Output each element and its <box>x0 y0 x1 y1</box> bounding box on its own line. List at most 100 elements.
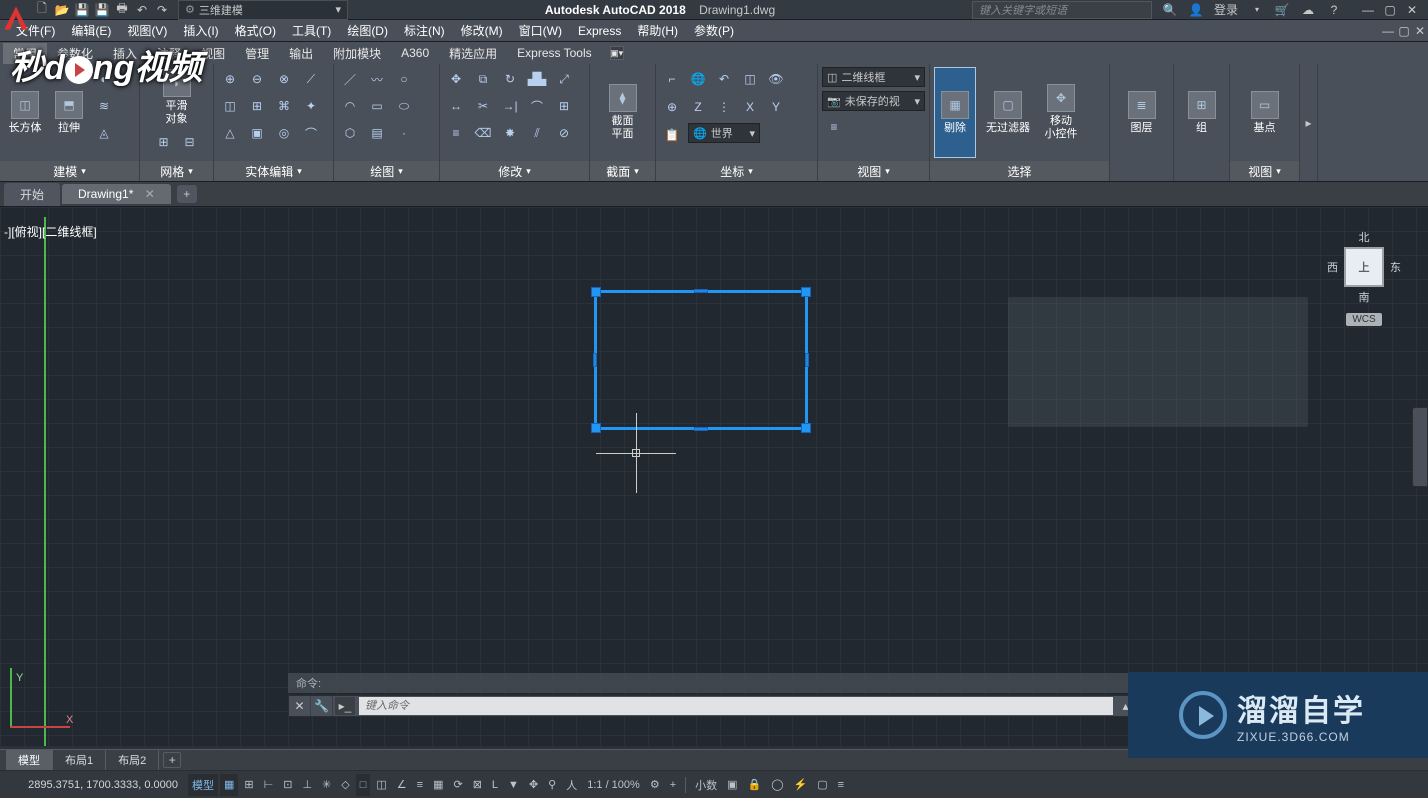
move-gizmo-button[interactable]: ✥ 移动 小控件 <box>1040 67 1082 158</box>
cleanscreen-icon[interactable]: ▢ <box>813 774 831 796</box>
ellipse-icon[interactable]: ⬭ <box>392 94 416 118</box>
signin-icon[interactable]: 👤 <box>1188 2 1204 18</box>
panel-title-modify[interactable]: 修改 <box>440 161 589 181</box>
ribbon-tab-annotate[interactable]: 注释 <box>147 43 191 64</box>
snap-icon[interactable]: ⊞ <box>240 774 257 796</box>
ortho-icon[interactable]: ⊥ <box>298 774 316 796</box>
grip-bl[interactable] <box>591 423 601 433</box>
smooth-object-button[interactable]: ◗ 平滑 对象 <box>156 67 198 128</box>
qat-redo-icon[interactable]: ↷ <box>154 2 170 18</box>
loft-icon[interactable]: ◬ <box>92 121 116 145</box>
ucs-3p-icon[interactable]: ⋮ <box>712 95 736 119</box>
panel-title-draw[interactable]: 绘图 <box>334 161 439 181</box>
3dsnap-icon[interactable]: ⊠ <box>469 774 486 796</box>
circle-icon[interactable]: ○ <box>392 67 416 91</box>
minimize-icon[interactable]: — <box>1360 2 1376 18</box>
model-tab[interactable]: 模型 <box>6 750 53 770</box>
filter-status-icon[interactable]: ▼ <box>504 774 523 796</box>
revolve-icon[interactable]: ◐ <box>92 67 116 91</box>
panel-title-section[interactable]: 截面 <box>590 161 655 181</box>
anno-monitor-icon[interactable]: + <box>666 774 680 796</box>
copy-icon[interactable]: ⧉ <box>471 67 495 91</box>
viewport-label[interactable]: -][俯视][二维线框] <box>4 223 97 240</box>
ucs-y-icon[interactable]: Y <box>764 95 788 119</box>
named-ucs-icon[interactable]: 📋 <box>660 123 684 147</box>
model-space-toggle[interactable]: 模型 <box>188 774 218 796</box>
array-icon[interactable]: ⊞ <box>552 94 576 118</box>
doc-maximize-icon[interactable]: ▢ <box>1396 23 1412 39</box>
view-dropdown[interactable]: 📷 未保存的视 ▾ <box>822 91 925 111</box>
ribbon-tab-express[interactable]: Express Tools <box>507 44 601 62</box>
ucs-view-icon[interactable]: 👁 <box>764 67 788 91</box>
scale-icon[interactable]: ⤢ <box>552 67 576 91</box>
intersect-icon[interactable]: ⊗ <box>272 67 296 91</box>
extrude-button[interactable]: ⬒ 拉伸 <box>48 67 90 158</box>
workspace-switcher[interactable]: ⚙ 三维建模 ▾ <box>178 0 348 20</box>
otrack-icon[interactable]: ∠ <box>393 774 411 796</box>
signin-label[interactable]: 登录 <box>1214 1 1238 18</box>
grip-br[interactable] <box>801 423 811 433</box>
separate-icon[interactable]: ⌘ <box>272 94 296 118</box>
menu-view[interactable]: 视图(V) <box>119 22 175 39</box>
doc-close-icon[interactable]: ✕ <box>1412 23 1428 39</box>
panel-title-solidedit[interactable]: 实体编辑 <box>214 161 333 181</box>
osnap-icon[interactable]: □ <box>356 774 371 796</box>
base-button[interactable]: ▭ 基点 <box>1244 67 1286 158</box>
shell-icon[interactable]: ◫ <box>218 94 242 118</box>
cmd-close-icon[interactable]: ✕ <box>289 696 311 716</box>
qat-saveas-icon[interactable]: 💾 <box>94 2 110 18</box>
ucs-origin-icon[interactable]: ⊕ <box>660 95 684 119</box>
panel-title-mesh[interactable]: 网格 <box>140 161 213 181</box>
grip-tm[interactable] <box>694 289 708 293</box>
panel-title-coords[interactable]: 坐标 <box>656 161 817 181</box>
ucs-prev-icon[interactable]: ↶ <box>712 67 736 91</box>
transparency-icon[interactable]: ▦ <box>429 774 447 796</box>
tab-close-icon[interactable]: ✕ <box>145 187 155 201</box>
gizmo-status-icon[interactable]: ✥ <box>525 774 542 796</box>
menu-format[interactable]: 格式(O) <box>227 22 284 39</box>
visual-style-dropdown[interactable]: ◫ 二维线框 ▾ <box>822 67 925 87</box>
wcs-badge[interactable]: WCS <box>1346 313 1381 326</box>
viewcube[interactable]: 北 西 上 东 南 WCS <box>1314 227 1414 357</box>
ribbon-tab-manage[interactable]: 管理 <box>235 43 279 64</box>
qat-open-icon[interactable]: 📂 <box>54 2 70 18</box>
a360-icon[interactable]: ☁ <box>1300 2 1316 18</box>
trim-icon[interactable]: ✂ <box>471 94 495 118</box>
extrude-face-icon[interactable]: ▣ <box>245 121 269 145</box>
drawing-viewport[interactable]: -][俯视][二维线框] Y X 北 西 上 东 南 WCS 命令: ✕ <box>0 207 1428 746</box>
annotation-icon[interactable]: ⚲ <box>544 774 560 796</box>
workspace-gear-icon[interactable]: ⚙ <box>646 774 664 796</box>
menu-dim[interactable]: 标注(N) <box>396 22 453 39</box>
rectangle-icon[interactable]: ▭ <box>365 94 389 118</box>
menu-modify[interactable]: 修改(M) <box>453 22 511 39</box>
ribbon-tab-output[interactable]: 输出 <box>279 43 323 64</box>
add-layout-button[interactable]: + <box>163 752 181 768</box>
arc-icon[interactable]: ◠ <box>338 94 362 118</box>
ucs-world-icon[interactable]: 🌐 <box>686 67 710 91</box>
group-button[interactable]: ⊞ 组 <box>1181 67 1223 158</box>
point-icon[interactable]: · <box>392 121 416 145</box>
line-icon[interactable]: ／ <box>338 67 362 91</box>
menu-params[interactable]: 参数(P) <box>686 22 742 39</box>
ribbon-tab-featured[interactable]: 精选应用 <box>439 43 507 64</box>
panel-overflow[interactable]: ▸ <box>1300 64 1318 181</box>
no-filter-button[interactable]: ▢ 无过滤器 <box>982 67 1034 158</box>
new-doc-tab-button[interactable]: + <box>177 185 197 203</box>
ribbon-tab-home[interactable]: 常用 <box>3 43 47 64</box>
imprint-icon[interactable]: ⊞ <box>245 94 269 118</box>
hatch-icon[interactable]: ▤ <box>365 121 389 145</box>
align-icon[interactable]: ⫽ <box>525 121 549 145</box>
customize-status-icon[interactable]: ≡ <box>834 774 848 796</box>
break-icon[interactable]: ⊘ <box>552 121 576 145</box>
menu-edit[interactable]: 编辑(E) <box>63 22 119 39</box>
ucs-x-icon[interactable]: X <box>738 95 762 119</box>
polygon-icon[interactable]: ⬡ <box>338 121 362 145</box>
ucs-dropdown[interactable]: 🌐 世界 ▾ <box>688 123 760 143</box>
anno-scale[interactable]: 1:1 / 100% <box>583 774 644 796</box>
menu-tools[interactable]: 工具(T) <box>284 22 339 39</box>
polyline-icon[interactable]: 〰 <box>365 67 389 91</box>
cycling-icon[interactable]: ⟳ <box>449 774 466 796</box>
clean-icon[interactable]: ✦ <box>299 94 323 118</box>
grip-lm[interactable] <box>593 353 597 367</box>
layout1-tab[interactable]: 布局1 <box>53 750 106 770</box>
